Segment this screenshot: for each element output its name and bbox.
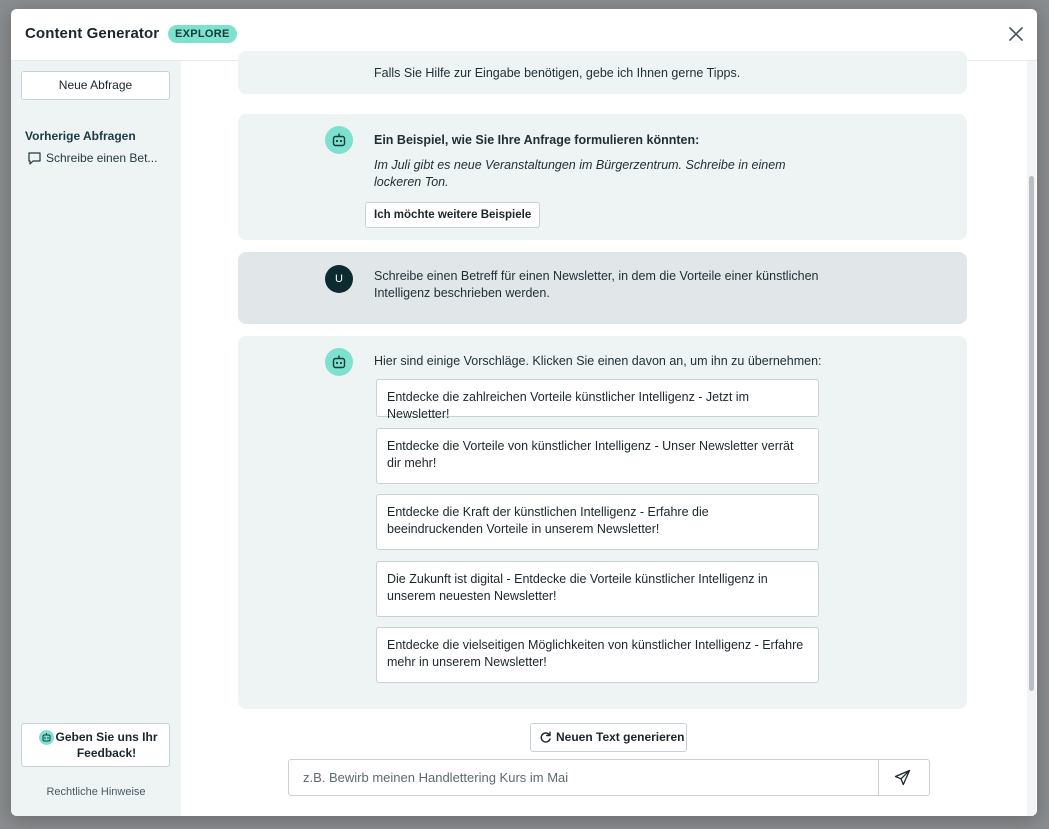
sidebar: Neue Abfrage Vorherige Abfragen Schreibe… bbox=[11, 61, 181, 816]
suggestion-item[interactable]: Die Zukunft ist digital - Entdecke die V… bbox=[376, 561, 819, 617]
suggestion-item[interactable]: Entdecke die Kraft der künstlichen Intel… bbox=[376, 494, 819, 550]
close-button[interactable] bbox=[1005, 23, 1027, 45]
robot-icon bbox=[332, 133, 346, 147]
previous-query-item[interactable]: Schreibe einen Bet... bbox=[27, 150, 167, 168]
feedback-label: Geben Sie uns Ihr Feedback! bbox=[55, 730, 158, 760]
modal-title: Content Generator bbox=[25, 25, 160, 42]
previous-queries-title: Vorherige Abfragen bbox=[25, 129, 136, 143]
example-message-card: Ein Beispiel, wie Sie Ihre Anfrage formu… bbox=[238, 114, 967, 240]
suggestion-text: Entdecke die Vorteile von künstlicher In… bbox=[387, 439, 794, 470]
scrollbar-thumb[interactable] bbox=[1029, 176, 1034, 691]
chat-bubble-icon bbox=[28, 152, 41, 165]
chat-scrollbar[interactable] bbox=[1027, 61, 1036, 816]
send-icon bbox=[894, 769, 911, 786]
send-button[interactable] bbox=[878, 760, 929, 795]
suggestion-text: Die Zukunft ist digital - Entdecke die V… bbox=[387, 572, 768, 603]
example-heading: Ein Beispiel, wie Sie Ihre Anfrage formu… bbox=[374, 133, 700, 147]
new-query-button[interactable]: Neue Abfrage bbox=[21, 71, 170, 100]
prompt-input[interactable] bbox=[289, 760, 883, 795]
suggestion-text: Entdecke die Kraft der künstlichen Intel… bbox=[387, 505, 709, 536]
user-message-card: U Schreibe einen Betreff für einen Newsl… bbox=[238, 252, 967, 324]
user-avatar: U bbox=[325, 265, 353, 293]
more-examples-button[interactable]: Ich möchte weitere Beispiele bbox=[365, 202, 541, 228]
suggestion-item[interactable]: Entdecke die Vorteile von künstlicher In… bbox=[376, 428, 819, 484]
suggestion-text: Entdecke die vielseitigen Möglichkeiten … bbox=[387, 638, 804, 669]
robot-icon bbox=[332, 355, 346, 369]
suggestion-item[interactable]: Entdecke die vielseitigen Möglichkeiten … bbox=[376, 627, 819, 683]
intro-message-text: Falls Sie Hilfe zur Eingabe benötigen, g… bbox=[374, 66, 741, 80]
reply-message-card: Hier sind einige Vorschläge. Klicken Sie… bbox=[238, 336, 967, 709]
intro-message-card: Falls Sie Hilfe zur Eingabe benötigen, g… bbox=[238, 51, 967, 94]
close-icon bbox=[1009, 27, 1023, 41]
example-text: Im Juli gibt es neue Veranstaltungen im … bbox=[374, 158, 786, 189]
legal-notice-link[interactable]: Rechtliche Hinweise bbox=[11, 786, 181, 798]
bot-avatar bbox=[325, 348, 353, 376]
regenerate-label: Neuen Text generieren bbox=[556, 730, 685, 744]
suggestion-text: Entdecke die zahlreichen Vorteile künstl… bbox=[387, 390, 749, 421]
feedback-button[interactable]: Geben Sie uns Ihr Feedback! bbox=[21, 723, 170, 767]
suggestion-item[interactable]: Entdecke die zahlreichen Vorteile künstl… bbox=[376, 379, 819, 421]
chat-area: Falls Sie Hilfe zur Eingabe benötigen, g… bbox=[181, 51, 1037, 816]
previous-query-label: Schreibe einen Bet... bbox=[46, 151, 158, 165]
reply-intro: Hier sind einige Vorschläge. Klicken Sie… bbox=[374, 354, 822, 368]
prompt-input-group bbox=[288, 759, 930, 796]
bot-avatar bbox=[325, 126, 353, 154]
explore-badge: EXPLORE bbox=[168, 25, 237, 43]
refresh-icon bbox=[540, 731, 551, 743]
user-message-text: Schreibe einen Betreff für einen Newslet… bbox=[374, 269, 819, 300]
content-generator-modal: Content Generator EXPLORE Neue Abfrage V… bbox=[11, 9, 1037, 816]
regenerate-button[interactable]: Neuen Text generieren bbox=[530, 723, 687, 752]
